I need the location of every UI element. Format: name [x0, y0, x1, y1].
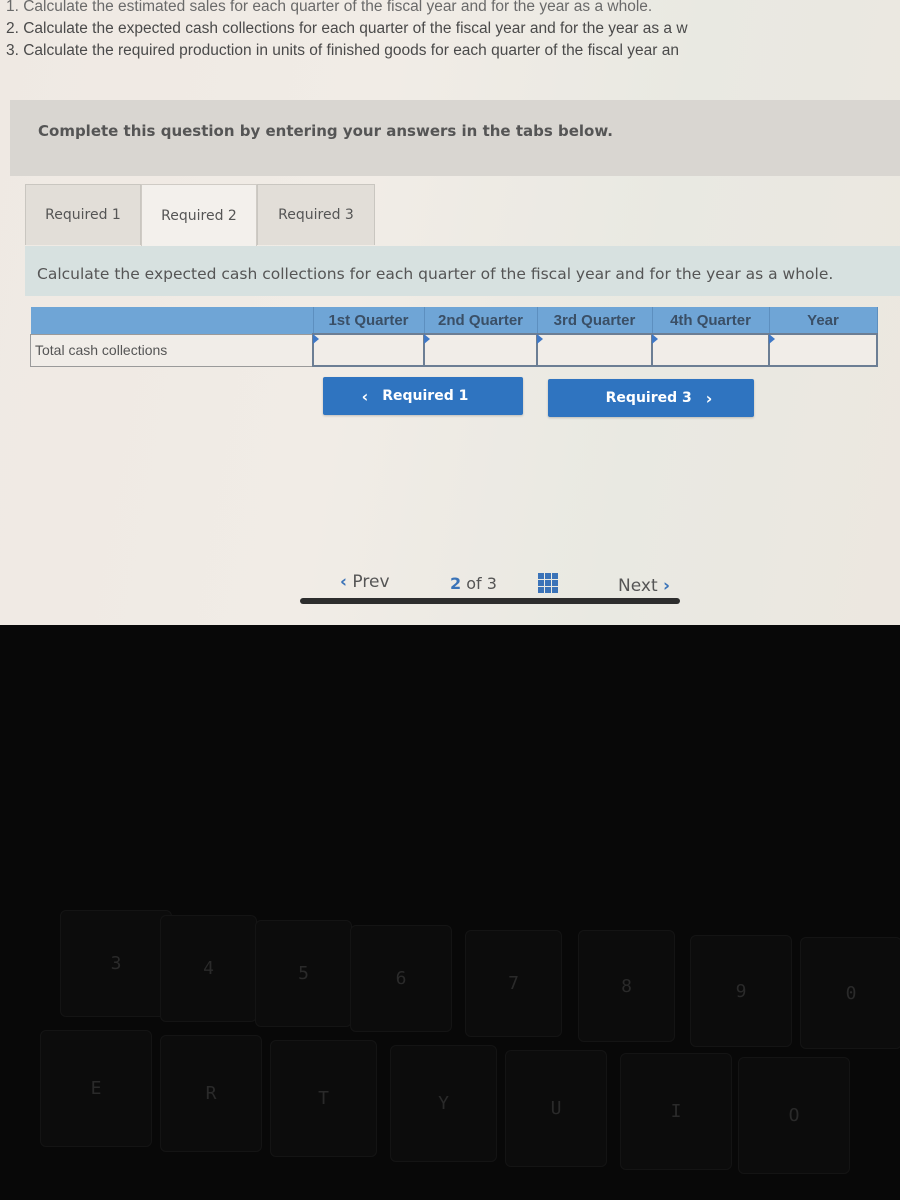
key-6: 6: [350, 925, 452, 1032]
prev-required-label: Required 1: [382, 388, 469, 404]
key-t: T: [270, 1040, 377, 1157]
q2-input[interactable]: [425, 335, 536, 365]
key-u: U: [505, 1050, 607, 1167]
year-input[interactable]: [770, 335, 876, 365]
next-label: Next: [618, 576, 658, 596]
tab-required-3[interactable]: Required 3: [257, 184, 375, 245]
key-9: 9: [690, 935, 792, 1047]
grid-icon[interactable]: [538, 573, 558, 593]
column-header-year: Year: [769, 307, 878, 334]
of-label: of: [466, 574, 482, 593]
key-4: 4: [160, 915, 257, 1022]
column-header-q3: 3rd Quarter: [537, 307, 653, 334]
total-pages: 3: [486, 574, 497, 593]
instruction-banner: Complete this question by entering your …: [10, 100, 900, 176]
prev-required-button[interactable]: ‹ Required 1: [323, 377, 523, 415]
key-8: 8: [578, 930, 675, 1042]
q2-cell: [423, 333, 538, 367]
question-text: Calculate the expected cash collections …: [37, 265, 834, 283]
column-header-blank: [30, 307, 314, 334]
key-y: Y: [390, 1045, 497, 1162]
key-3: 3: [60, 910, 172, 1017]
chevron-right-icon: ›: [705, 388, 713, 408]
input-marker-icon: [313, 334, 319, 344]
input-marker-icon: [537, 334, 543, 344]
tab-label: Required 3: [278, 207, 354, 223]
problem-line-3: 3. Calculate the required production in …: [6, 42, 679, 59]
column-header-q2: 2nd Quarter: [424, 307, 538, 334]
key-0: 0: [800, 937, 900, 1049]
key-7: 7: [465, 930, 562, 1037]
q3-cell: [536, 333, 653, 367]
q4-input[interactable]: [653, 335, 768, 365]
table-row: Total cash collections: [30, 333, 878, 367]
chevron-right-icon: ›: [663, 576, 671, 596]
key-o: O: [738, 1057, 850, 1174]
progress-bar: [300, 598, 680, 604]
next-required-label: Required 3: [605, 390, 692, 406]
column-header-q1: 1st Quarter: [313, 307, 425, 334]
page-indicator: 2 of 3: [450, 574, 497, 593]
laptop-screen: 1. Calculate the estimated sales for eac…: [0, 0, 900, 625]
q3-input[interactable]: [538, 335, 651, 365]
instruction-text: Complete this question by entering your …: [38, 122, 613, 140]
question-pager: ‹ Prev 2 of 3 Next ›: [300, 568, 760, 608]
year-cell: [768, 333, 878, 367]
key-e: E: [40, 1030, 152, 1147]
current-page: 2: [450, 574, 462, 593]
problem-line-2: 2. Calculate the expected cash collectio…: [6, 20, 688, 37]
prev-label: Prev: [352, 572, 390, 592]
row-label-total-cash-collections: Total cash collections: [30, 333, 314, 367]
cash-collections-table: 1st Quarter 2nd Quarter 3rd Quarter 4th …: [30, 307, 878, 367]
problem-line-1: 1. Calculate the estimated sales for eac…: [6, 0, 653, 15]
input-marker-icon: [652, 334, 658, 344]
key-r: R: [160, 1035, 262, 1152]
next-question-button[interactable]: Next ›: [618, 576, 670, 596]
q4-cell: [651, 333, 770, 367]
key-i: I: [620, 1053, 732, 1170]
problem-statement: 1. Calculate the estimated sales for eac…: [6, 0, 900, 62]
next-required-button[interactable]: Required 3 ›: [548, 379, 754, 417]
table-header-row: 1st Quarter 2nd Quarter 3rd Quarter 4th …: [30, 307, 878, 334]
q1-input[interactable]: [314, 335, 423, 365]
chevron-left-icon: ‹: [340, 572, 348, 592]
tab-required-2[interactable]: Required 2: [141, 184, 257, 247]
key-5: 5: [255, 920, 352, 1027]
column-header-q4: 4th Quarter: [652, 307, 770, 334]
tab-label: Required 2: [161, 208, 237, 224]
input-marker-icon: [424, 334, 430, 344]
question-panel: Calculate the expected cash collections …: [25, 246, 900, 296]
q1-cell: [312, 333, 425, 367]
chevron-left-icon: ‹: [361, 386, 369, 406]
input-marker-icon: [769, 334, 775, 344]
prev-question-button[interactable]: ‹ Prev: [340, 572, 390, 592]
tab-label: Required 1: [45, 207, 121, 223]
tab-required-1[interactable]: Required 1: [25, 184, 141, 245]
laptop-keyboard: 3 4 5 6 7 8 9 0 E R T Y U I O: [0, 625, 900, 1200]
